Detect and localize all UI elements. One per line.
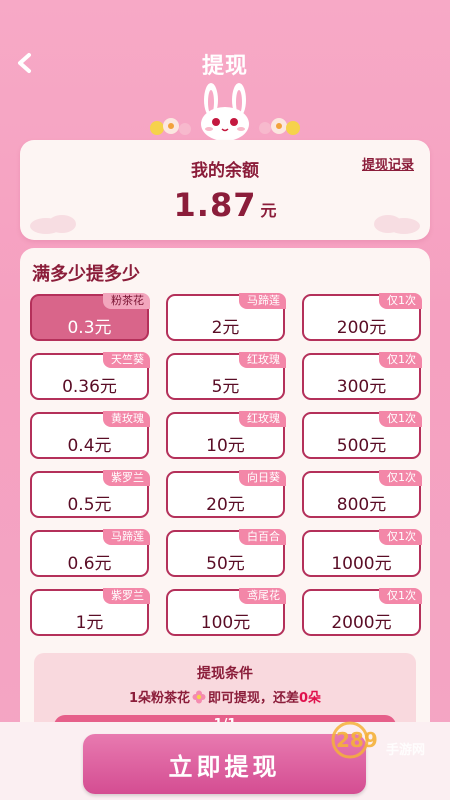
option-tag: 天竺葵 [103,352,150,368]
header: 提现 [0,0,450,140]
option-tag: 白百合 [239,529,286,545]
condition-text-after: 即可提现，还差 [207,691,299,706]
balance-card: 我的余额 提现记录 1.87 元 [20,140,430,240]
option-amount: 200元 [336,318,387,338]
option-tag: 粉茶花 [103,293,150,309]
option-amount: 2元 [211,318,240,338]
option-tag: 仅1次 [379,293,422,309]
site-watermark-logo: 289 手游网 [331,721,425,759]
withdraw-amount-option[interactable]: 鸢尾花 100元 [166,588,286,636]
withdraw-amount-option[interactable]: 仅1次 2000元 [302,588,422,636]
page-title: 提现 [201,54,248,79]
withdraw-history-link[interactable]: 提现记录 [362,154,414,173]
withdraw-amount-option[interactable]: 仅1次 1000元 [302,529,422,577]
option-tag: 仅1次 [379,529,422,545]
condition-text: 1朵粉茶花 即可提现，还差0朵 [34,687,416,706]
option-tag: 向日葵 [239,470,286,486]
withdraw-amount-option[interactable]: 粉茶花 0.3元 [30,293,150,341]
withdraw-amount-option[interactable]: 向日葵 20元 [166,470,286,518]
option-amount: 0.6元 [67,554,112,574]
option-amount: 0.3元 [67,318,112,338]
option-amount: 800元 [336,495,387,515]
option-tag: 鸢尾花 [239,588,286,604]
withdraw-amount-option[interactable]: 黄玫瑰 0.4元 [30,411,150,459]
option-amount: 20元 [206,495,245,515]
option-tag: 仅1次 [379,411,422,427]
option-amount: 10元 [206,436,245,456]
option-tag: 红玫瑰 [239,352,286,368]
option-tag: 仅1次 [379,588,422,604]
option-amount: 50元 [206,554,245,574]
option-amount: 100元 [200,613,251,633]
withdraw-amount-option[interactable]: 红玫瑰 5元 [166,352,286,400]
option-amount: 0.36元 [62,377,117,397]
option-tag: 紫罗兰 [103,470,150,486]
withdraw-amount-option[interactable]: 紫罗兰 1元 [30,588,150,636]
withdraw-amount-option[interactable]: 白百合 50元 [166,529,286,577]
amount-grid: 粉茶花 0.3元 马蹄莲 2元 仅1次 200元 天竺葵 0.36元 红玫瑰 5元 仅1次 300元黄… [30,293,422,636]
bunny-mascot-icon [150,83,300,140]
cloud-icon [30,215,76,234]
options-title: 满多少提多少 [32,264,140,285]
option-tag: 马蹄莲 [103,529,150,545]
option-amount: 0.5元 [67,495,112,515]
withdraw-amount-option[interactable]: 仅1次 800元 [302,470,422,518]
option-tag: 仅1次 [379,470,422,486]
option-tag: 仅1次 [379,352,422,368]
option-amount: 500元 [336,436,387,456]
withdraw-options-card: 满多少提多少 粉茶花 0.3元 马蹄莲 2元 仅1次 200元 天竺葵 0.36元 红玫瑰 5元仅… [20,248,430,748]
option-tag: 紫罗兰 [103,588,150,604]
condition-remaining: 0朵 [299,691,322,706]
withdraw-now-button[interactable]: 立即提现 [83,734,366,794]
option-tag: 马蹄莲 [239,293,286,309]
option-tag: 红玫瑰 [239,411,286,427]
balance-unit: 元 [260,201,277,220]
withdraw-amount-option[interactable]: 红玫瑰 10元 [166,411,286,459]
condition-text-before: 1朵粉茶花 [128,691,190,706]
option-amount: 300元 [336,377,387,397]
option-amount: 1000元 [331,554,392,574]
withdraw-amount-option[interactable]: 仅1次 300元 [302,352,422,400]
option-tag: 黄玫瑰 [103,411,150,427]
withdraw-amount-option[interactable]: 天竺葵 0.36元 [30,352,150,400]
option-amount: 5元 [211,377,240,397]
condition-title: 提现条件 [197,666,253,682]
camellia-flower-icon [192,690,206,704]
withdraw-amount-option[interactable]: 马蹄莲 2元 [166,293,286,341]
option-amount: 1元 [75,613,104,633]
balance-value: 1.87 [173,186,257,224]
watermark-subtext: 手游网 [386,742,425,758]
withdraw-amount-option[interactable]: 仅1次 500元 [302,411,422,459]
option-amount: 0.4元 [67,436,112,456]
cloud-icon [374,215,420,234]
withdraw-amount-option[interactable]: 紫罗兰 0.5元 [30,470,150,518]
watermark-number: 289 [336,728,378,752]
withdraw-amount-option[interactable]: 马蹄莲 0.6元 [30,529,150,577]
withdraw-amount-option[interactable]: 仅1次 200元 [302,293,422,341]
option-amount: 2000元 [331,613,392,633]
